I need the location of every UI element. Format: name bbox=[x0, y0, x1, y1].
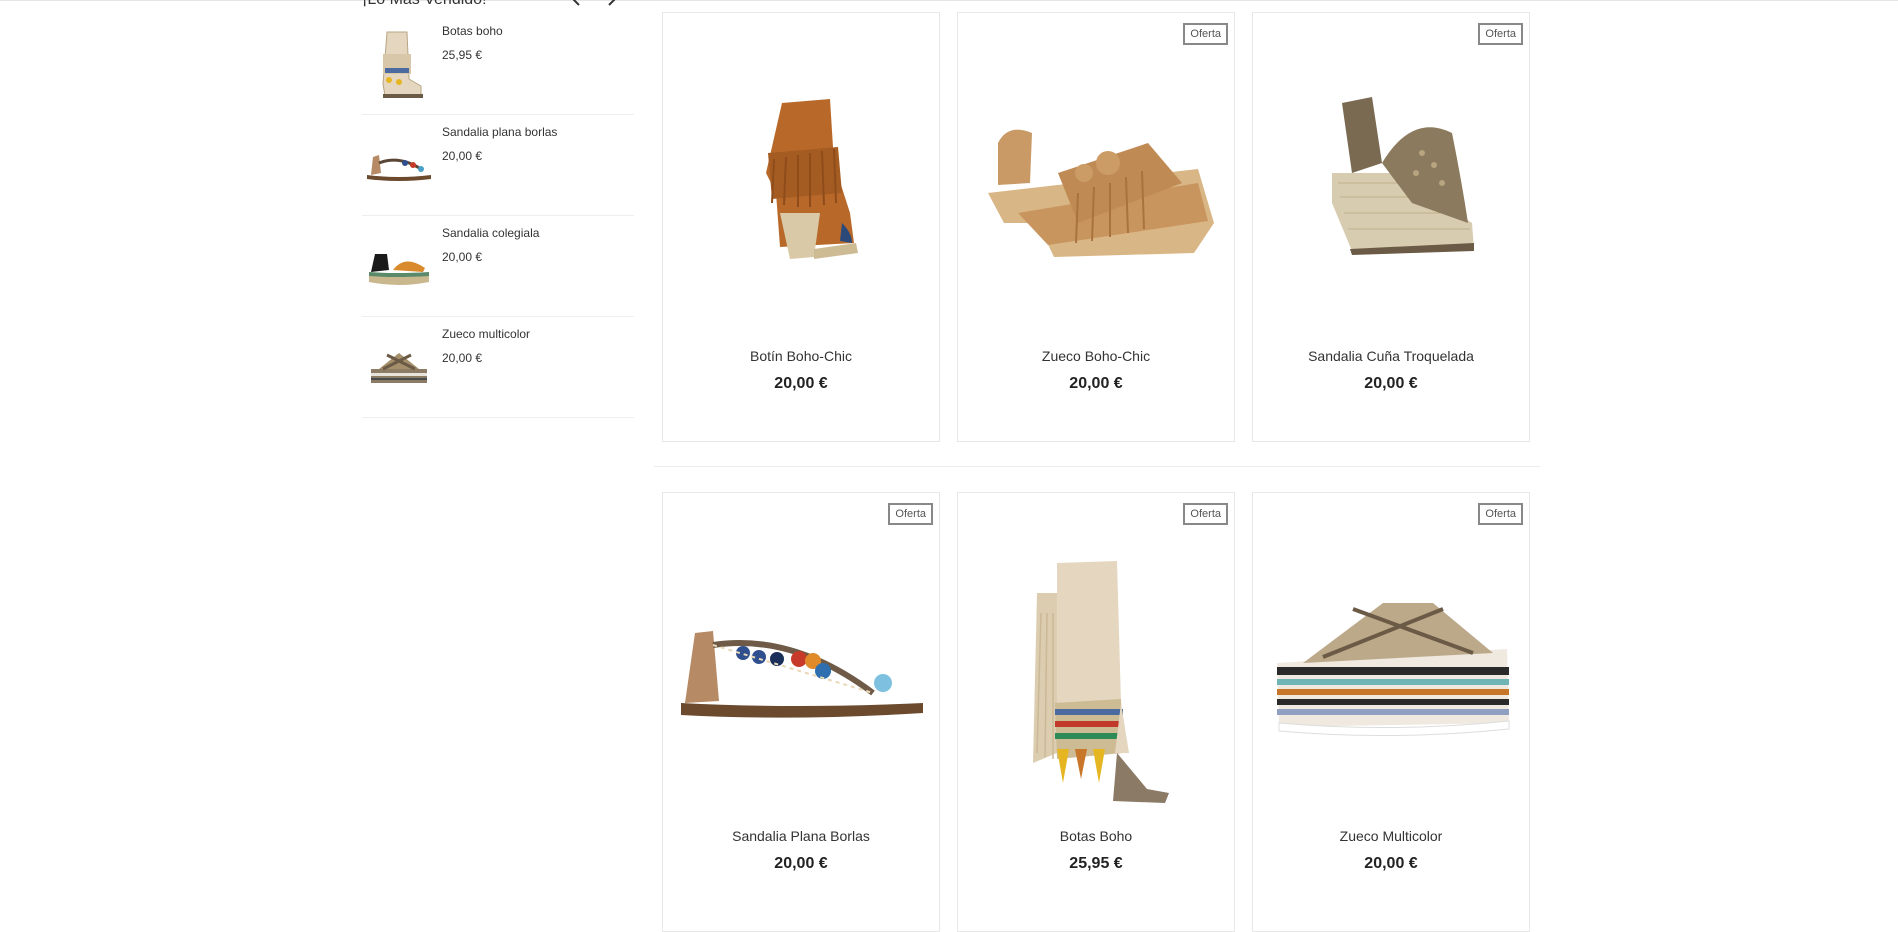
product-price: 20,00 € bbox=[1069, 375, 1123, 392]
product-price: 20,00 € bbox=[1364, 855, 1418, 872]
product-price: 20,00 € bbox=[774, 375, 828, 392]
multicolor-clog-thumbnail[interactable] bbox=[364, 325, 434, 409]
best-sellers-list: Botas boho 25,95 € Sandalia plana borlas… bbox=[362, 14, 634, 418]
product-title[interactable]: Botas Boho bbox=[958, 828, 1234, 844]
boho-ankle-boot-image[interactable] bbox=[673, 53, 931, 293]
flat-tassel-sandal-image[interactable] bbox=[673, 533, 931, 773]
sale-badge: Oferta bbox=[1478, 503, 1523, 525]
product-price: 20,00 € bbox=[442, 149, 483, 163]
product-card[interactable]: Oferta Sandalia Plana Borlas 20,00 € bbox=[662, 492, 940, 932]
sale-badge: Oferta bbox=[1478, 23, 1523, 45]
colegiala-sandal-thumbnail[interactable] bbox=[364, 224, 434, 308]
chevron-right-icon[interactable] bbox=[602, 0, 620, 8]
multicolor-clog-image[interactable] bbox=[1263, 533, 1521, 773]
product-name[interactable]: Zueco multicolor bbox=[442, 327, 530, 341]
carousel-arrows bbox=[568, 0, 620, 8]
product-card[interactable]: Oferta Zueco Multicolor 20,00 € bbox=[1252, 492, 1530, 932]
product-card[interactable]: Oferta Zueco Boho-Chic 20,00 € bbox=[957, 12, 1235, 442]
product-card[interactable]: Oferta Botas Boho 25,95 € bbox=[957, 492, 1235, 932]
product-price: 25,95 € bbox=[442, 48, 483, 62]
sale-badge: Oferta bbox=[1183, 23, 1228, 45]
product-name[interactable]: Sandalia plana borlas bbox=[442, 125, 557, 139]
flat-sandal-thumbnail[interactable] bbox=[364, 123, 434, 207]
top-divider bbox=[0, 0, 1898, 1]
product-price: 20,00 € bbox=[442, 250, 483, 264]
product-title[interactable]: Zueco Multicolor bbox=[1253, 828, 1529, 844]
list-item[interactable]: Botas boho 25,95 € bbox=[362, 14, 634, 115]
product-card[interactable]: Botín Boho-Chic 20,00 € bbox=[662, 12, 940, 442]
wedge-sandal-image[interactable] bbox=[1263, 53, 1521, 293]
sale-badge: Oferta bbox=[888, 503, 933, 525]
list-item[interactable]: Sandalia colegiala 20,00 € bbox=[362, 216, 634, 317]
product-title[interactable]: Botín Boho-Chic bbox=[663, 348, 939, 364]
sale-badge: Oferta bbox=[1183, 503, 1228, 525]
product-price: 20,00 € bbox=[442, 351, 483, 365]
boho-boots-image[interactable] bbox=[968, 553, 1226, 813]
row-divider bbox=[654, 466, 1540, 467]
product-name[interactable]: Botas boho bbox=[442, 24, 503, 38]
product-card[interactable]: Oferta Sandalia Cuña Troquelada 20,00 € bbox=[1252, 12, 1530, 442]
product-price: 20,00 € bbox=[1364, 375, 1418, 392]
boho-clog-image[interactable] bbox=[968, 53, 1226, 293]
product-title[interactable]: Sandalia Cuña Troquelada bbox=[1253, 348, 1529, 364]
product-title[interactable]: Zueco Boho-Chic bbox=[958, 348, 1234, 364]
product-price: 20,00 € bbox=[774, 855, 828, 872]
list-item[interactable]: Sandalia plana borlas 20,00 € bbox=[362, 115, 634, 216]
product-title[interactable]: Sandalia Plana Borlas bbox=[663, 828, 939, 844]
boho-boot-thumbnail[interactable] bbox=[364, 22, 434, 106]
product-name[interactable]: Sandalia colegiala bbox=[442, 226, 539, 240]
chevron-left-icon[interactable] bbox=[568, 0, 586, 8]
list-item[interactable]: Zueco multicolor 20,00 € bbox=[362, 317, 634, 418]
best-sellers-sidebar: ¡Lo Más Vendido! Botas boho 25,95 € bbox=[362, 0, 634, 418]
product-price: 25,95 € bbox=[1069, 855, 1123, 872]
